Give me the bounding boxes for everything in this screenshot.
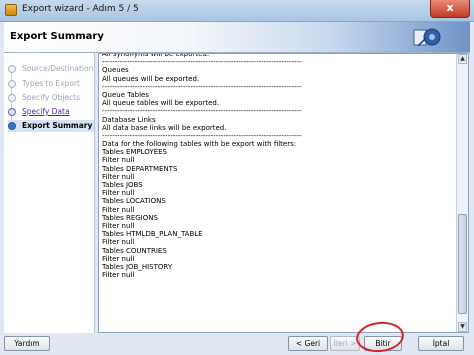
step-specify-objects[interactable]: Specify Objects (8, 92, 94, 104)
step-bullet-icon (8, 122, 16, 130)
next-button[interactable]: İleri > (330, 336, 360, 351)
cancel-button[interactable]: İptal (418, 336, 464, 351)
finish-button[interactable]: Bitir (364, 336, 402, 351)
summary-line: Tables JOBS (102, 181, 143, 189)
summary-line: All queue tables will be exported. (102, 99, 220, 108)
step-export-summary[interactable]: Export Summary (8, 120, 94, 132)
summary-line: Queues (102, 66, 129, 75)
scroll-up-icon[interactable]: ▲ (458, 54, 467, 64)
summary-line: Filter null (102, 271, 135, 280)
summary-text-area[interactable]: All synonyms will be exported. ----------… (98, 53, 469, 333)
summary-line: Data for the following tables with be ex… (102, 140, 297, 149)
summary-line: Tables REGIONS (102, 213, 158, 222)
summary-line: ----------------------------------------… (102, 82, 302, 91)
step-specify-data[interactable]: Specify Data (8, 106, 94, 118)
step-bullet-icon (8, 80, 16, 88)
wizard-steps-panel: Source/Destination Types to Export Speci… (4, 53, 95, 333)
summary-line: Database Links (102, 115, 156, 124)
summary-line: Tables DEPARTMENTS (102, 164, 178, 173)
summary-line: Filter null (102, 238, 135, 247)
summary-line: ----------------------------------------… (102, 58, 302, 67)
page-title: Export Summary (10, 31, 104, 42)
step-source-destination[interactable]: Source/Destination (8, 63, 94, 75)
summary-line: Filter null (102, 221, 135, 230)
step-bullet-icon (8, 65, 16, 73)
summary-line: Tables COUNTRIES (102, 246, 167, 255)
step-types-to-export[interactable]: Types to Export (8, 78, 94, 90)
summary-line: Filter null (102, 189, 135, 198)
scrollbar-thumb[interactable] (458, 214, 467, 314)
summary-line: ----------------------------------------… (102, 107, 302, 116)
summary-line: ----------------------------------------… (102, 131, 302, 140)
summary-line: Queue Tables (102, 90, 149, 99)
back-button[interactable]: < Geri (288, 336, 328, 351)
summary-line: Filter null (102, 205, 135, 214)
help-button[interactable]: Yardım (4, 336, 50, 351)
summary-text: All synonyms will be exported. ----------… (101, 54, 454, 324)
step-label: Specify Objects (22, 93, 81, 102)
step-label: Export Summary (22, 121, 93, 130)
summary-line: Tables HTMLDB_PLAN_TABLE (102, 230, 203, 239)
step-bullet-icon (8, 94, 16, 102)
summary-line: Filter null (102, 254, 135, 263)
scroll-down-icon[interactable]: ▼ (458, 322, 467, 332)
summary-line: Filter null (102, 172, 135, 181)
close-button[interactable]: x (430, 0, 470, 18)
vertical-scrollbar[interactable]: ▲ ▼ (456, 54, 468, 332)
summary-line: Filter null (102, 156, 135, 165)
step-label: Specify Data (22, 107, 70, 116)
wizard-logo-icon (413, 28, 441, 47)
summary-line: Tables JOB_HISTORY (102, 262, 173, 271)
summary-line: All data base links will be exported. (102, 123, 227, 132)
button-bar: Yardım < Geri İleri > Bitir İptal (0, 334, 474, 355)
summary-line: Tables EMPLOYEES (102, 148, 167, 157)
step-label: Types to Export (22, 79, 80, 88)
summary-line: Tables LOCATIONS (102, 197, 166, 206)
step-bullet-icon (8, 108, 16, 116)
title-bar: Export wizard - Adım 5 / 5 x (0, 0, 474, 22)
summary-line: All queues will be exported. (102, 74, 200, 83)
window-title: Export wizard - Adım 5 / 5 (22, 4, 139, 14)
wizard-header: Export Summary (4, 22, 470, 53)
app-icon (5, 4, 17, 16)
step-label: Source/Destination (22, 64, 94, 73)
